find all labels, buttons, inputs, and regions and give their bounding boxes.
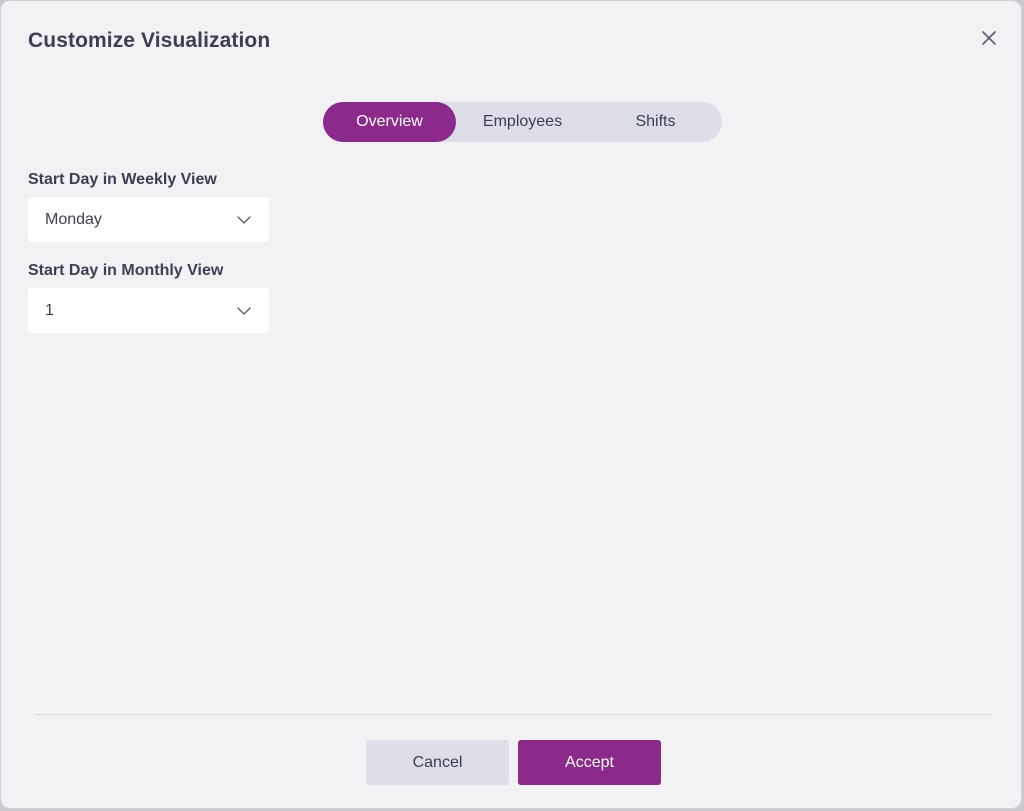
monthly-start-day-select[interactable]: 1 — [28, 288, 269, 333]
dialog-title: Customize Visualization — [28, 29, 271, 52]
close-icon — [982, 31, 996, 45]
tab-overview[interactable]: Overview — [323, 102, 456, 142]
tab-shifts[interactable]: Shifts — [589, 102, 722, 142]
chevron-down-icon — [237, 306, 251, 315]
customize-visualization-dialog: Customize Visualization Overview Employe… — [0, 0, 1022, 809]
chevron-down-icon — [237, 215, 251, 224]
weekly-start-day-select[interactable]: Monday — [28, 197, 269, 242]
weekly-start-day-value: Monday — [45, 210, 102, 228]
weekly-start-day-label: Start Day in Weekly View — [28, 171, 217, 188]
monthly-start-day-label: Start Day in Monthly View — [28, 262, 224, 279]
view-tabs: Overview Employees Shifts — [323, 102, 722, 142]
accept-button[interactable]: Accept — [518, 740, 661, 785]
close-button[interactable] — [977, 26, 1001, 50]
tab-employees[interactable]: Employees — [456, 102, 589, 142]
monthly-start-day-value: 1 — [45, 301, 54, 319]
footer-divider — [35, 714, 992, 715]
cancel-button[interactable]: Cancel — [366, 740, 509, 785]
